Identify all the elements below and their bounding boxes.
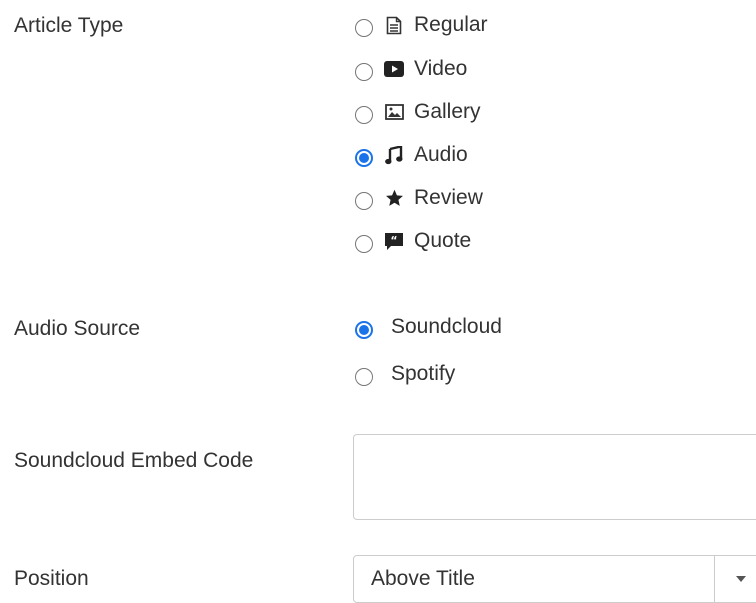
audio-source-option-spotify[interactable]: Spotify	[355, 359, 455, 389]
position-select[interactable]: Above Title	[353, 555, 756, 603]
article-type-option-audio[interactable]: Audio	[355, 140, 468, 170]
audio-source-option-label: Soundcloud	[391, 315, 502, 338]
article-type-radio-quote[interactable]	[355, 235, 373, 253]
article-type-radio-audio[interactable]	[355, 149, 373, 167]
music-icon	[383, 144, 405, 166]
article-type-option-video[interactable]: Video	[355, 54, 467, 84]
image-icon	[383, 101, 405, 123]
article-type-option-label: Gallery	[414, 100, 481, 123]
article-type-option-gallery[interactable]: Gallery	[355, 97, 481, 127]
article-type-option-review[interactable]: Review	[355, 183, 483, 213]
article-type-option-label: Video	[414, 57, 468, 80]
audio-source-radio-soundcloud[interactable]	[355, 321, 373, 339]
position-label: Position	[14, 567, 89, 590]
article-type-radio-regular[interactable]	[355, 19, 373, 37]
article-type-radio-video[interactable]	[355, 63, 373, 81]
audio-source-option-soundcloud[interactable]: Soundcloud	[355, 312, 502, 342]
star-icon	[383, 187, 405, 209]
article-type-radio-review[interactable]	[355, 192, 373, 210]
article-type-option-quote[interactable]: “ Quote	[355, 226, 471, 256]
article-type-radio-gallery[interactable]	[355, 106, 373, 124]
quote-icon: “	[383, 230, 405, 252]
video-icon	[383, 58, 405, 80]
embed-code-textarea[interactable]	[353, 434, 756, 520]
document-icon	[383, 14, 405, 36]
article-type-option-label: Audio	[414, 143, 468, 166]
select-divider	[714, 556, 715, 602]
chevron-down-icon[interactable]	[736, 576, 746, 582]
audio-source-label: Audio Source	[14, 317, 141, 340]
audio-source-radio-spotify[interactable]	[355, 368, 373, 386]
embed-code-label: Soundcloud Embed Code	[14, 449, 254, 472]
article-type-option-label: Regular	[414, 13, 488, 36]
position-select-value: Above Title	[371, 567, 475, 590]
article-type-label: Article Type	[14, 14, 124, 37]
svg-text:“: “	[390, 234, 397, 247]
article-type-option-regular[interactable]: Regular	[355, 10, 488, 40]
article-type-option-label: Review	[414, 186, 483, 209]
article-type-option-label: Quote	[414, 229, 472, 252]
audio-source-option-label: Spotify	[391, 362, 456, 385]
